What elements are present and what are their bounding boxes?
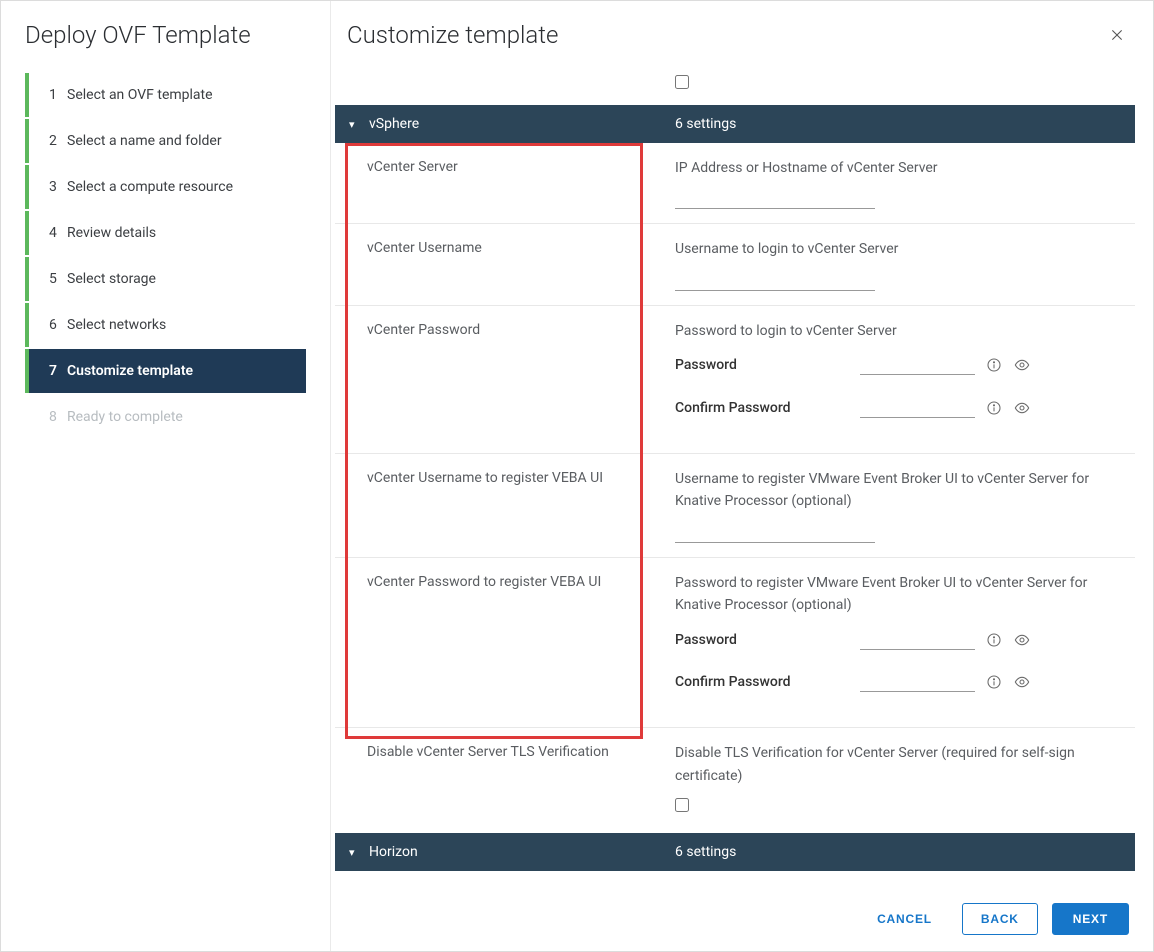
label-horizon-enable: Enable Horizon Event Provider (335, 885, 675, 886)
content-header: Customize template (331, 1, 1153, 67)
info-icon[interactable] (985, 399, 1003, 417)
step-label: Review details (67, 225, 156, 241)
label-password: Password (675, 354, 860, 376)
step-number: 5 (49, 271, 67, 287)
wizard-step-8: 8Ready to complete (25, 395, 306, 439)
back-button[interactable]: BACK (962, 903, 1038, 935)
input-vcenter-username[interactable] (675, 271, 875, 291)
row-vcenter-password: vCenter Password Password to login to vC… (335, 306, 1135, 454)
wizard-title: Deploy OVF Template (1, 21, 330, 73)
wizard-step-3[interactable]: 3Select a compute resource (25, 165, 306, 209)
wizard-step-1[interactable]: 1Select an OVF template (25, 73, 306, 117)
info-icon[interactable] (985, 631, 1003, 649)
step-label: Select a compute resource (67, 179, 233, 195)
label-confirm-password: Confirm Password (675, 397, 860, 419)
step-label: Select storage (67, 271, 156, 287)
input-vcenter-password-confirm[interactable] (860, 398, 975, 418)
step-number: 6 (49, 317, 67, 333)
label-veba-username: vCenter Username to register VEBA UI (335, 468, 675, 543)
eye-icon[interactable] (1013, 673, 1031, 691)
info-icon[interactable] (985, 356, 1003, 374)
label-vcenter-server: vCenter Server (335, 157, 675, 209)
step-label: Select an OVF template (67, 87, 213, 103)
input-veba-username[interactable] (675, 523, 875, 543)
label-password: Password (675, 629, 860, 651)
step-number: 4 (49, 225, 67, 241)
prev-setting-checkbox[interactable] (675, 75, 689, 89)
wizard-step-6[interactable]: 6Select networks (25, 303, 306, 347)
wizard-content: Customize template ▾ vSphere (331, 1, 1153, 951)
input-veba-password[interactable] (860, 630, 975, 650)
input-vcenter-password[interactable] (860, 355, 975, 375)
deploy-ovf-wizard: Deploy OVF Template 1Select an OVF templ… (0, 0, 1154, 952)
checkbox-disable-tls[interactable] (675, 798, 689, 812)
main-area: Deploy OVF Template 1Select an OVF templ… (1, 1, 1153, 951)
chevron-down-icon: ▾ (349, 118, 363, 131)
input-veba-password-confirm[interactable] (860, 672, 975, 692)
desc-disable-tls: Disable TLS Verification for vCenter Ser… (675, 745, 1075, 783)
row-veba-username: vCenter Username to register VEBA UI Use… (335, 454, 1135, 558)
section-header-horizon[interactable]: ▾ Horizon 6 settings (335, 833, 1135, 871)
label-vcenter-password: vCenter Password (335, 320, 675, 439)
desc-vcenter-username: Username to login to vCenter Server (675, 241, 898, 257)
chevron-down-icon: ▾ (349, 846, 363, 859)
step-number: 7 (49, 363, 67, 379)
wizard-step-4[interactable]: 4Review details (25, 211, 306, 255)
wizard-step-5[interactable]: 5Select storage (25, 257, 306, 301)
content-scroll[interactable]: ▾ vSphere 6 settings vCenter Server IP A… (331, 67, 1153, 886)
row-horizon-enable: Enable Horizon Event Provider Enable Hor… (335, 871, 1135, 886)
desc-veba-password: Password to register VMware Event Broker… (675, 575, 1087, 613)
label-confirm-password: Confirm Password (675, 671, 860, 693)
section-header-vsphere[interactable]: ▾ vSphere 6 settings (335, 105, 1135, 143)
label-vcenter-username: vCenter Username (335, 238, 675, 290)
cancel-button[interactable]: CANCEL (861, 904, 948, 934)
eye-icon[interactable] (1013, 356, 1031, 374)
wizard-step-2[interactable]: 2Select a name and folder (25, 119, 306, 163)
close-icon[interactable] (1105, 23, 1129, 47)
page-title: Customize template (347, 21, 558, 49)
step-label: Select networks (67, 317, 166, 333)
section-title: vSphere (369, 116, 419, 132)
wizard-step-7[interactable]: 7Customize template (25, 349, 306, 393)
desc-vcenter-password: Password to login to vCenter Server (675, 323, 897, 339)
row-vcenter-username: vCenter Username Username to login to vC… (335, 224, 1135, 305)
step-number: 1 (49, 87, 67, 103)
row-vcenter-server: vCenter Server IP Address or Hostname of… (335, 143, 1135, 224)
eye-icon[interactable] (1013, 399, 1031, 417)
desc-vcenter-server: IP Address or Hostname of vCenter Server (675, 160, 938, 176)
vsphere-settings: vCenter Server IP Address or Hostname of… (335, 143, 1135, 833)
label-disable-tls: Disable vCenter Server TLS Verification (335, 742, 675, 819)
section-summary: 6 settings (675, 116, 1135, 132)
info-icon[interactable] (985, 673, 1003, 691)
step-number: 2 (49, 133, 67, 149)
label-veba-password: vCenter Password to register VEBA UI (335, 572, 675, 714)
section-summary: 6 settings (675, 844, 1135, 860)
step-label: Select a name and folder (67, 133, 222, 149)
row-disable-tls: Disable vCenter Server TLS Verification … (335, 728, 1135, 833)
eye-icon[interactable] (1013, 631, 1031, 649)
step-label: Ready to complete (67, 409, 183, 425)
section-title: Horizon (369, 844, 418, 860)
desc-veba-username: Username to register VMware Event Broker… (675, 471, 1089, 509)
next-button[interactable]: NEXT (1052, 903, 1129, 935)
wizard-sidebar: Deploy OVF Template 1Select an OVF templ… (1, 1, 331, 951)
input-vcenter-server[interactable] (675, 189, 875, 209)
step-label: Customize template (67, 363, 193, 379)
prev-setting-checkbox-row (335, 67, 1135, 105)
row-veba-password: vCenter Password to register VEBA UI Pas… (335, 558, 1135, 729)
wizard-steps: 1Select an OVF template2Select a name an… (1, 73, 330, 439)
step-number: 3 (49, 179, 67, 195)
step-number: 8 (49, 409, 67, 425)
wizard-footer: CANCEL BACK NEXT (331, 886, 1153, 951)
